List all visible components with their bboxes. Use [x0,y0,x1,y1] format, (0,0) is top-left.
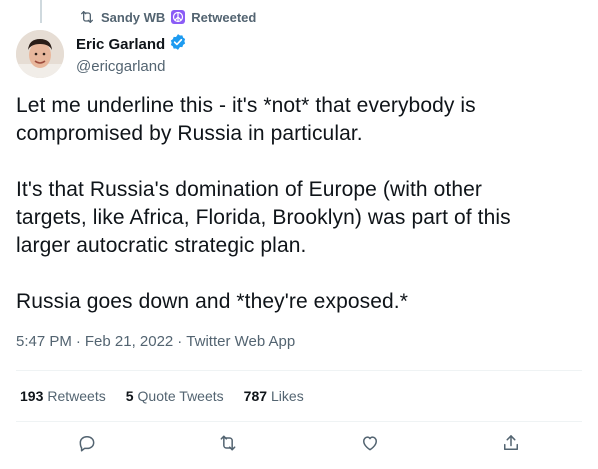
quote-tweets-stat[interactable]: 5 Quote Tweets [126,388,224,404]
likes-label: Likes [271,388,304,404]
likes-count: 787 [243,388,268,404]
avatar[interactable] [16,30,64,78]
tweet-author: Eric Garland @ericgarland [16,30,187,78]
retweeted-label: Retweeted [191,9,257,25]
tweet-source[interactable]: Twitter Web App [186,333,295,350]
retweeter-name[interactable]: Sandy WB [101,10,165,25]
divider [16,421,582,422]
quote-tweets-label: Quote Tweets [137,388,224,404]
share-icon [501,433,521,458]
quote-tweets-count: 5 [125,388,134,404]
tweet-stats: 193 Retweets 5 Quote Tweets 787 Likes [20,388,304,404]
peace-icon [171,10,186,24]
meta-separator: · [177,333,183,350]
tweet-time[interactable]: 5:47 PM [16,333,72,350]
retweet-context: Sandy WB Retweeted [79,9,256,25]
retweets-count: 193 [20,388,44,404]
like-button[interactable] [355,430,385,460]
tweet-actions [16,430,582,460]
retweets-stat[interactable]: 193 Retweets [20,388,106,404]
likes-stat[interactable]: 787 Likes [244,388,304,404]
retweet-icon [218,433,238,458]
author-display-name[interactable]: Eric Garland [76,36,165,53]
thread-line [40,0,42,23]
meta-separator: · [75,333,81,350]
retweets-label: Retweets [47,388,106,404]
share-button[interactable] [496,430,526,460]
tweet-meta: 5:47 PM · Feb 21, 2022 · Twitter Web App [16,333,295,350]
like-icon [360,433,380,458]
retweet-button[interactable] [213,430,243,460]
reply-button[interactable] [72,430,102,460]
verified-badge-icon [169,33,187,56]
author-handle[interactable]: @ericgarland [76,58,187,75]
tweet-text: Let me underline this - it's *not* that … [16,94,511,313]
tweet-date[interactable]: Feb 21, 2022 [85,333,173,350]
divider [16,370,582,371]
reply-icon [77,433,97,458]
retweet-icon [79,9,95,25]
